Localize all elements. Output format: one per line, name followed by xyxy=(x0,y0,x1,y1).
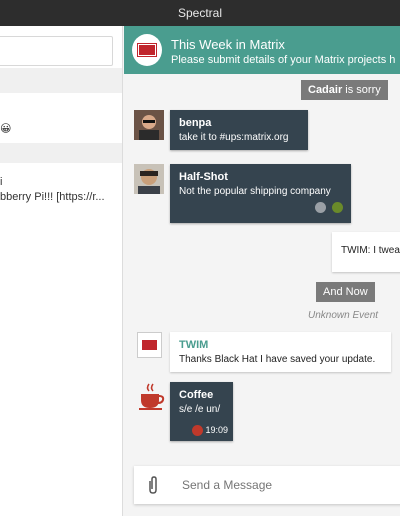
room-list-item-2-title[interactable]: i xyxy=(0,176,2,188)
sidebar-empty-area xyxy=(0,212,122,516)
message-body: s/e /e un/ xyxy=(179,404,221,415)
avatar-twim[interactable] xyxy=(137,332,162,358)
avatar-coffee[interactable] xyxy=(136,382,166,412)
message-bubble[interactable]: Coffee s/e /e un/ 19:09 xyxy=(170,382,233,441)
room-topic: Please submit details of your Matrix pro… xyxy=(171,54,396,66)
room-name: This Week in Matrix xyxy=(171,37,285,52)
unknown-event-label: Unknown Event xyxy=(308,310,379,321)
state-event-text: is sorry xyxy=(342,84,381,96)
message-bubble-own[interactable]: TWIM: I twea xyxy=(332,232,400,272)
message-sender[interactable]: benpa xyxy=(179,117,299,129)
avatar-benpa-image xyxy=(134,110,164,140)
message-body: Not the popular shipping company xyxy=(179,186,331,197)
read-receipt-avatar xyxy=(332,202,343,214)
message-sender[interactable]: Coffee xyxy=(179,389,224,401)
message-body: take it to #ups:matrix.org xyxy=(179,132,289,143)
message-bubble[interactable]: TWIM Thanks Black Hat I have saved your … xyxy=(170,332,391,372)
read-receipt-avatar xyxy=(192,425,204,436)
message-body: TWIM: I twea xyxy=(341,245,400,256)
window-title: Spectral xyxy=(0,0,400,26)
room-list-item-2-preview[interactable]: bberry Pi!!! [https://r... xyxy=(0,191,105,203)
message-timestamp-row: 19:09 xyxy=(190,425,228,436)
state-event-pill: Cadair is sorry xyxy=(301,80,388,100)
message-body: Thanks Black Hat I have saved your updat… xyxy=(179,354,376,365)
state-event-pill: And Now xyxy=(316,282,375,302)
room-header[interactable]: This Week in Matrix Please submit detail… xyxy=(124,26,400,74)
message-bubble[interactable]: Half-Shot Not the popular shipping compa… xyxy=(170,164,351,223)
room-search-input[interactable] xyxy=(0,36,113,66)
room-view: This Week in Matrix Please submit detail… xyxy=(124,26,400,516)
message-sender[interactable]: Half-Shot xyxy=(179,171,342,183)
message-composer[interactable] xyxy=(134,466,400,504)
message-timestamp: 19:09 xyxy=(205,424,228,435)
avatar-half-shot-image xyxy=(134,164,164,194)
message-bubble[interactable]: benpa take it to #ups:matrix.org xyxy=(170,110,308,150)
message-input[interactable] xyxy=(182,475,382,495)
room-list-sidebar: 😀 i bberry Pi!!! [https://r... xyxy=(0,26,123,516)
sidebar-section-divider xyxy=(0,143,122,163)
sidebar-section-divider xyxy=(0,68,122,93)
coffee-cup-icon xyxy=(139,383,165,410)
attach-icon[interactable] xyxy=(146,475,160,495)
room-list-item-1-preview[interactable]: 😀 xyxy=(0,122,11,135)
state-event-actor: Cadair xyxy=(308,84,343,96)
read-receipt-avatar xyxy=(314,202,326,214)
avatar-half-shot[interactable] xyxy=(134,164,164,194)
room-avatar[interactable] xyxy=(132,34,162,66)
avatar-benpa[interactable] xyxy=(134,110,164,140)
avatar-twim-logo xyxy=(142,340,157,350)
message-sender[interactable]: TWIM xyxy=(179,339,382,351)
read-receipts[interactable] xyxy=(313,199,343,217)
